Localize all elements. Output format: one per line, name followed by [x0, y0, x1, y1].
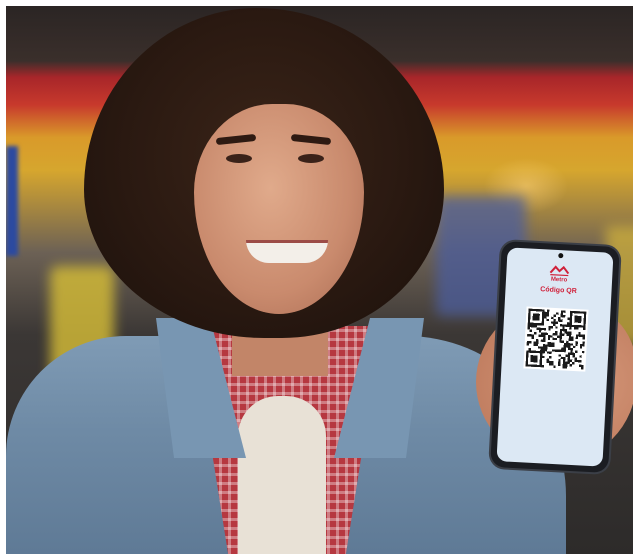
eye-right [298, 154, 324, 163]
ticket-footer-note [548, 384, 560, 385]
brand-name: Metro [550, 276, 568, 284]
smile [246, 240, 328, 263]
qr-title: Código QR [540, 286, 577, 296]
metro-logo-icon [548, 264, 571, 277]
white-tshirt [238, 396, 326, 554]
smartphone: Metro Código QR [490, 241, 620, 473]
background-blue-panel [6, 146, 18, 256]
qr-code-icon [523, 306, 589, 372]
camera-icon [558, 253, 564, 259]
phone-screen: Metro Código QR [496, 247, 614, 467]
photo: Metro Código QR [6, 6, 633, 554]
eye-left [226, 154, 252, 163]
